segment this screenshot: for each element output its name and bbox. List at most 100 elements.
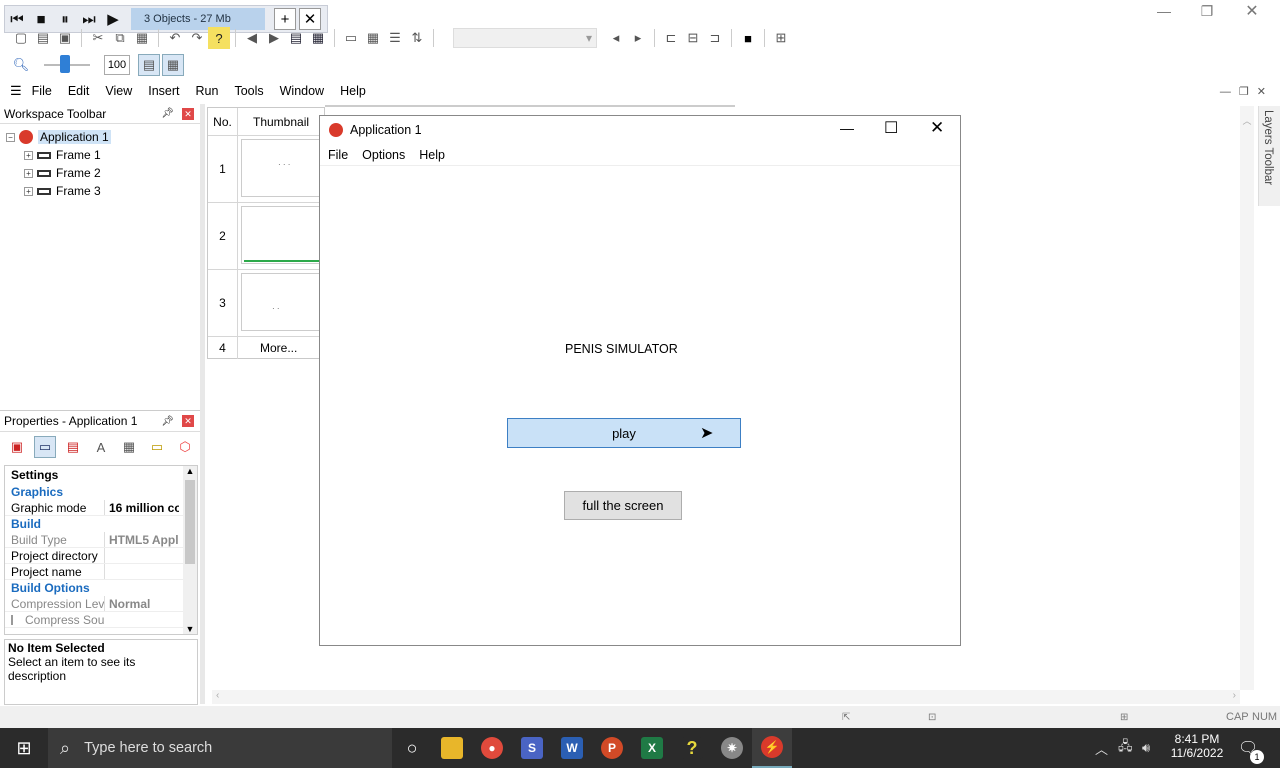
horizontal-scrollbar[interactable]: ‹ ›: [212, 690, 1240, 704]
new-file-icon[interactable]: ▢: [10, 27, 32, 49]
tree-app[interactable]: − Application 1: [6, 128, 200, 146]
menu-icon[interactable]: ☰: [10, 83, 22, 99]
layout-icon[interactable]: ⊞: [770, 27, 792, 49]
menu-window[interactable]: Window: [280, 84, 324, 98]
word-icon[interactable]: W: [552, 728, 592, 768]
excel-icon[interactable]: X: [632, 728, 672, 768]
tab-runtime-icon[interactable]: ▤: [62, 436, 84, 458]
close-icon[interactable]: ✕: [182, 107, 194, 120]
layers-toolbar-tab[interactable]: Layers Toolbar: [1258, 106, 1280, 206]
settings-app-icon[interactable]: ✷: [712, 728, 752, 768]
minimize-icon[interactable]: —: [1152, 3, 1176, 19]
menu-help[interactable]: Help: [340, 84, 366, 98]
frame-thumbnail[interactable]: · · ·: [241, 139, 321, 197]
prop-build-type[interactable]: Build Type HTML5 Appli: [5, 532, 197, 548]
prev-icon[interactable]: ◂: [605, 27, 627, 49]
frame-row-2[interactable]: 2: [208, 203, 324, 270]
restore-icon[interactable]: ❐: [1184, 3, 1230, 20]
zoom-value[interactable]: 100: [104, 55, 130, 75]
help-icon[interactable]: ?: [208, 27, 230, 49]
open-icon[interactable]: ▤: [32, 27, 54, 49]
next-icon[interactable]: ▸: [627, 27, 649, 49]
network-icon[interactable]: 🖧︎: [1118, 737, 1133, 759]
align-right-icon[interactable]: ⊐: [704, 27, 726, 49]
align-left-icon[interactable]: ⊏: [660, 27, 682, 49]
close-icon[interactable]: ✕: [182, 415, 194, 427]
start-icon[interactable]: ⊞: [0, 728, 48, 768]
frame-thumbnail[interactable]: [241, 206, 324, 264]
tab-values-icon[interactable]: ▦: [118, 436, 140, 458]
chrome-icon[interactable]: ●: [472, 728, 512, 768]
tab-settings-icon[interactable]: ▣: [6, 436, 28, 458]
search-box[interactable]: ⌕ Type here to search: [48, 728, 392, 768]
list-icon[interactable]: ☰: [384, 27, 406, 49]
view-grid-icon[interactable]: ▤: [138, 54, 160, 76]
pin-icon[interactable]: 📌︎: [161, 416, 174, 427]
maximize-icon[interactable]: ☐: [884, 118, 898, 138]
align-center-icon[interactable]: ⊟: [682, 27, 704, 49]
save-icon[interactable]: ▣: [54, 27, 76, 49]
clock[interactable]: 8:41 PM 11/6/2022: [1166, 732, 1228, 760]
frame-row-3[interactable]: 3 · ·: [208, 270, 324, 337]
app-menu-file[interactable]: File: [328, 148, 348, 162]
prop-compression[interactable]: Compression Lev Normal: [5, 596, 197, 612]
mdi-controls[interactable]: —❐✕: [1220, 85, 1274, 98]
storyboard-icon[interactable]: ▭: [340, 27, 362, 49]
sort-icon[interactable]: ⇅: [406, 27, 428, 49]
event-editor-icon[interactable]: ▦: [307, 27, 329, 49]
paste-icon[interactable]: ▦: [131, 27, 153, 49]
prop-compress-sounds[interactable]: Compress Sounds: [5, 612, 197, 628]
tree-frame-1[interactable]: + Frame 1: [6, 146, 200, 164]
frame-row-more[interactable]: 4 More...: [208, 337, 324, 359]
frame-editor-icon[interactable]: ▤: [285, 27, 307, 49]
tab-window-icon[interactable]: ▭: [34, 436, 56, 458]
prop-project-dir[interactable]: Project directory: [5, 548, 197, 564]
frame-row-1[interactable]: 1 · · ·: [208, 136, 324, 203]
task-view-icon[interactable]: ○: [392, 728, 432, 768]
zoom-icon[interactable]: 🔍︎: [10, 54, 32, 76]
tray-chevron-icon[interactable]: ︿: [1095, 739, 1108, 758]
menu-insert[interactable]: Insert: [148, 84, 179, 98]
tab-html5-icon[interactable]: ⬡: [174, 436, 196, 458]
file-explorer-icon[interactable]: [432, 728, 472, 768]
cut-icon[interactable]: ✂: [87, 27, 109, 49]
close-icon[interactable]: ✕: [1230, 1, 1274, 21]
zoom-slider-thumb[interactable]: [60, 55, 70, 73]
forward-icon[interactable]: ▶: [263, 27, 285, 49]
panel-splitter[interactable]: [200, 104, 205, 704]
tree-frame-2[interactable]: + Frame 2: [6, 164, 200, 182]
app-menu-help[interactable]: Help: [419, 148, 445, 162]
menu-run[interactable]: Run: [196, 84, 219, 98]
minimize-icon[interactable]: —: [840, 120, 854, 136]
properties-scrollbar[interactable]: ▲ ▼: [183, 466, 197, 634]
menu-file[interactable]: File: [32, 84, 52, 98]
tree-frame-3[interactable]: + Frame 3: [6, 182, 200, 200]
fullscreen-button[interactable]: full the screen: [564, 491, 682, 520]
menu-tools[interactable]: Tools: [234, 84, 263, 98]
color-icon[interactable]: ■: [737, 27, 759, 49]
vertical-scrollbar[interactable]: ︿: [1240, 106, 1254, 690]
volume-icon[interactable]: 🔊︎: [1142, 740, 1150, 756]
compress-checkbox[interactable]: [11, 614, 13, 625]
app-menu-options[interactable]: Options: [362, 148, 405, 162]
frame-thumbnail[interactable]: · ·: [241, 273, 321, 331]
powerpoint-icon[interactable]: P: [592, 728, 632, 768]
menu-edit[interactable]: Edit: [68, 84, 90, 98]
tab-events-icon[interactable]: ▭: [146, 436, 168, 458]
zoom-slider[interactable]: [44, 55, 90, 73]
prop-project-name[interactable]: Project name: [5, 564, 197, 580]
tab-about-icon[interactable]: A: [90, 436, 112, 458]
view-list-icon[interactable]: ▦: [162, 54, 184, 76]
undo-icon[interactable]: ↶: [164, 27, 186, 49]
help-app-icon[interactable]: ?: [672, 728, 712, 768]
grid-icon[interactable]: ▦: [362, 27, 384, 49]
fusion-app-icon[interactable]: ⚡: [752, 728, 792, 768]
copy-icon[interactable]: ⧉: [109, 27, 131, 49]
close-icon[interactable]: ✕: [930, 118, 944, 138]
menu-view[interactable]: View: [105, 84, 132, 98]
pin-icon[interactable]: 📌︎: [161, 108, 174, 119]
prop-graphic-mode[interactable]: Graphic mode 16 million co: [5, 500, 197, 516]
object-dropdown[interactable]: ▾: [453, 28, 597, 48]
back-icon[interactable]: ◀: [241, 27, 263, 49]
teams-icon[interactable]: S: [512, 728, 552, 768]
